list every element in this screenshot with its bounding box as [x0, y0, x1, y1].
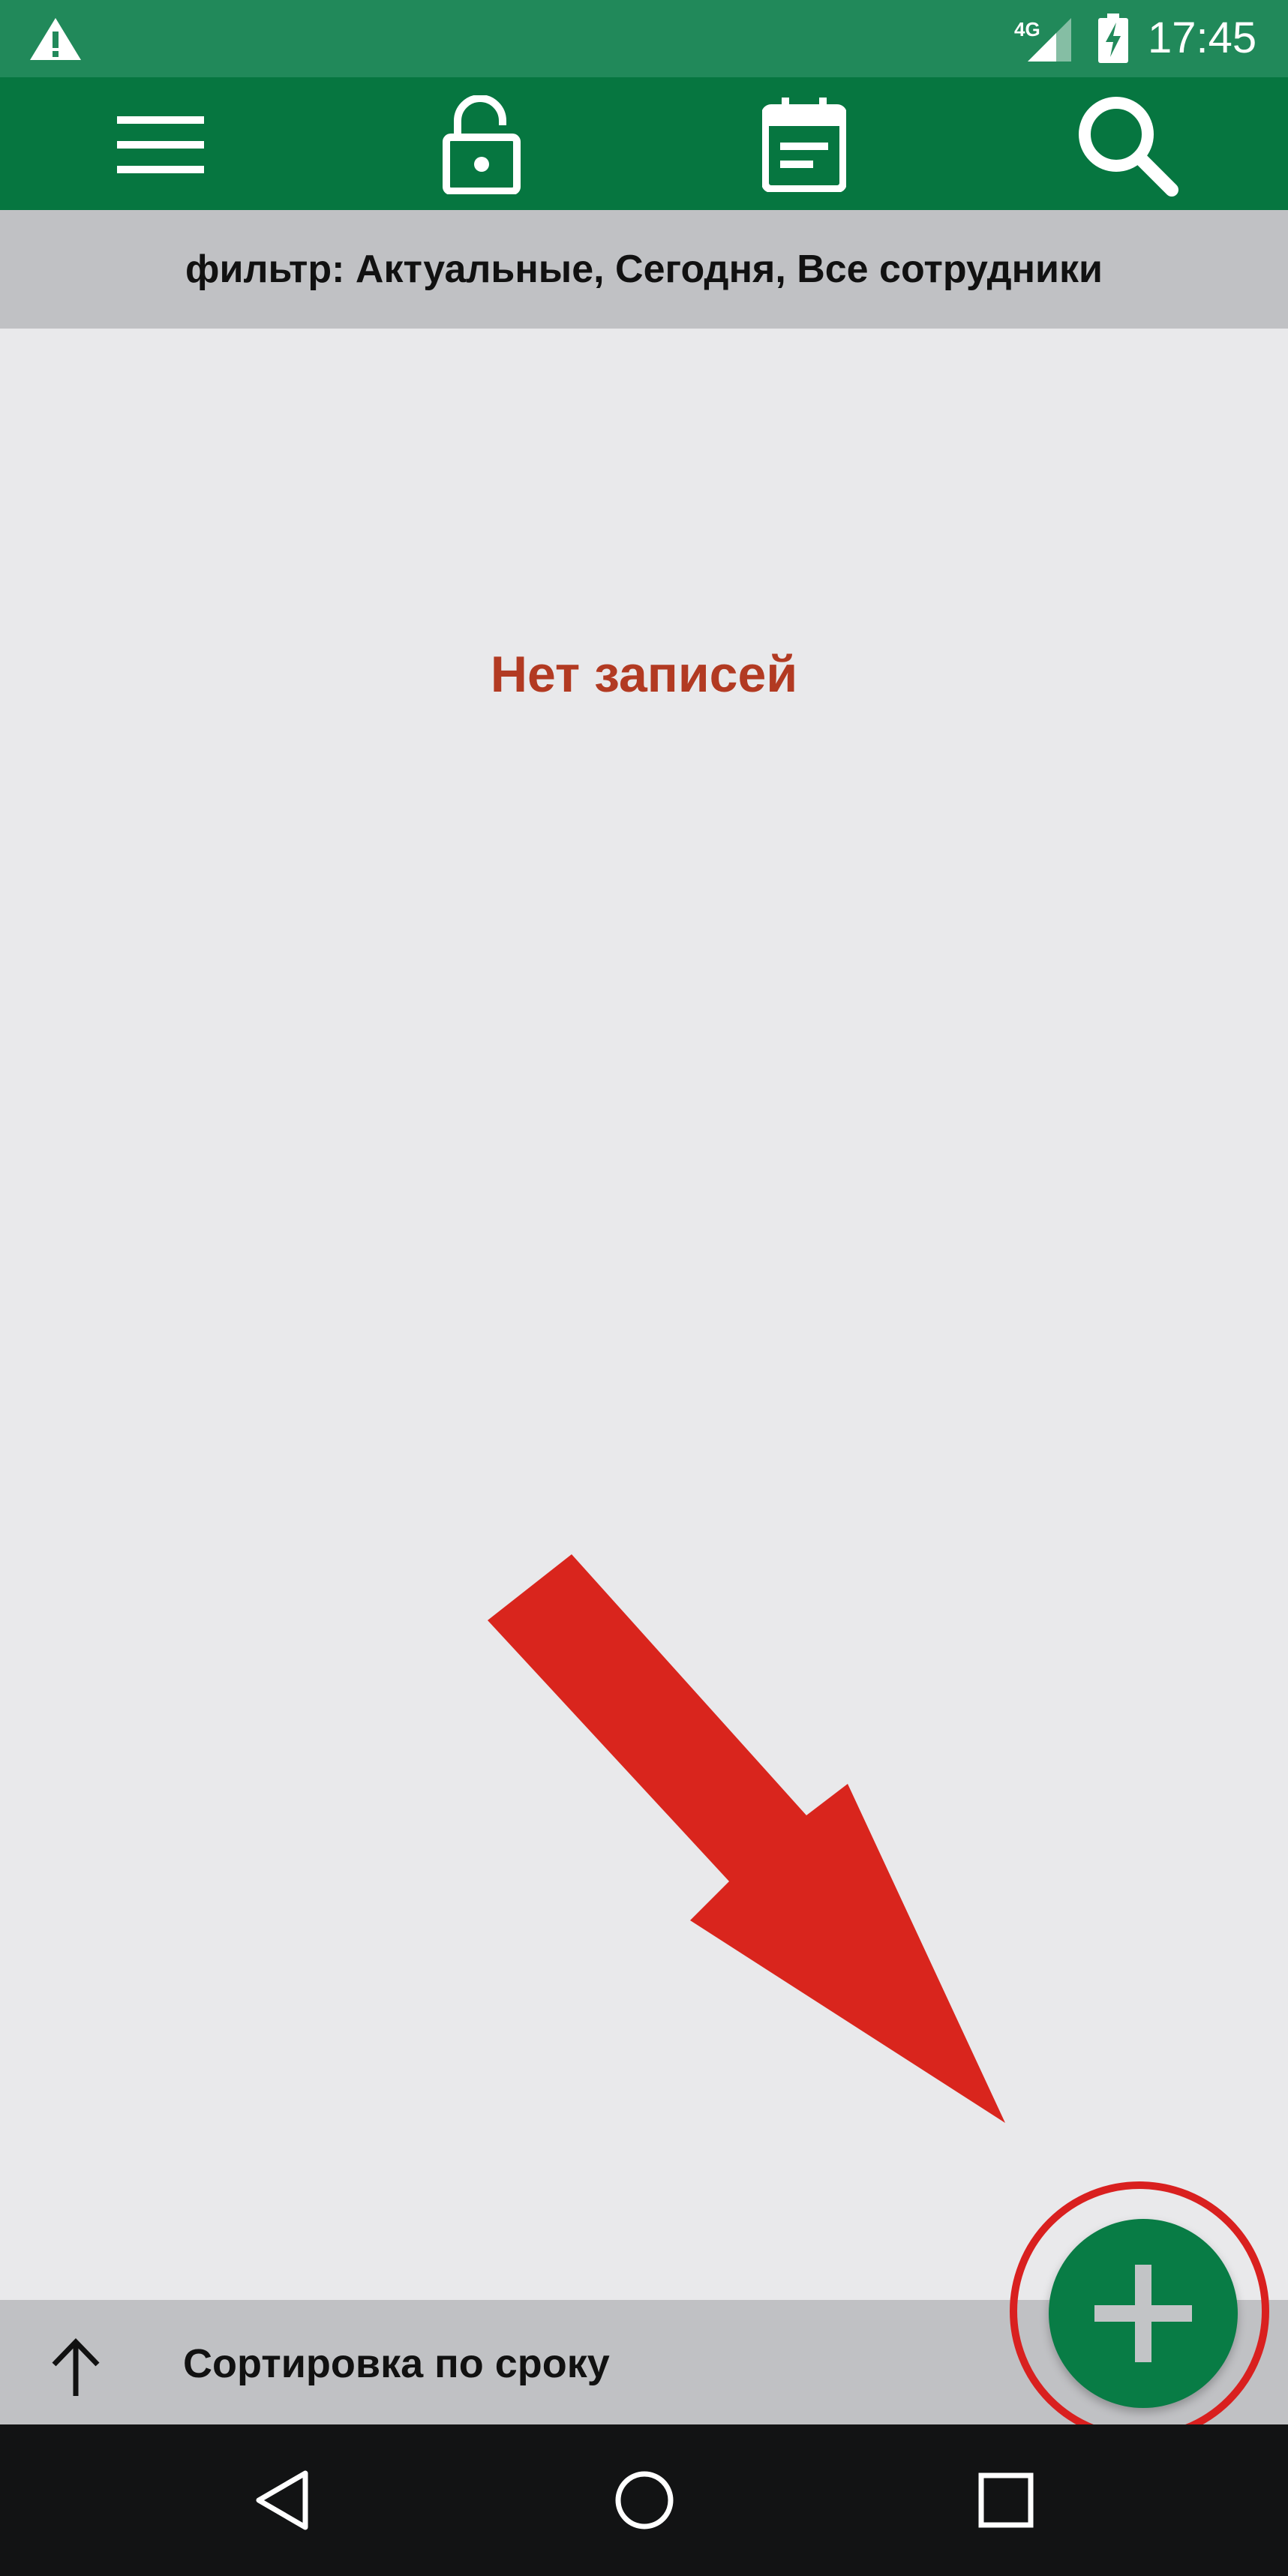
home-icon	[615, 2471, 674, 2529]
plus-icon	[1094, 2265, 1192, 2362]
network-type-label: 4G	[1014, 18, 1040, 41]
nav-recents-button[interactable]	[965, 2459, 1047, 2541]
status-bar: 4G 17:45	[0, 0, 1288, 77]
signal-icon: 4G	[1014, 18, 1071, 62]
sort-label[interactable]: Сортировка по сроку	[183, 2336, 610, 2391]
app-toolbar	[0, 77, 1288, 210]
system-nav-bar	[0, 2424, 1288, 2576]
recents-icon	[978, 2472, 1034, 2528]
menu-button[interactable]	[108, 92, 213, 197]
empty-list-message: Нет записей	[490, 646, 798, 703]
lock-button[interactable]	[429, 92, 534, 197]
search-button[interactable]	[1074, 92, 1179, 197]
unlock-icon	[443, 95, 521, 194]
search-icon	[1079, 97, 1178, 197]
calendar-button[interactable]	[752, 92, 857, 197]
nav-home-button[interactable]	[603, 2459, 686, 2541]
clock: 17:45	[1148, 14, 1257, 62]
battery-charging-icon	[1098, 14, 1128, 63]
add-record-button[interactable]	[1049, 2219, 1238, 2408]
warning-icon	[30, 18, 81, 60]
annotation-arrow	[488, 1554, 1005, 2123]
back-icon	[256, 2470, 308, 2530]
calendar-icon	[762, 98, 846, 192]
menu-icon	[117, 116, 204, 173]
filter-bar[interactable]: фильтр: Актуальные, Сегодня, Все сотрудн…	[0, 210, 1288, 329]
filter-label: фильтр: Актуальные, Сегодня, Все сотрудн…	[185, 248, 1103, 291]
nav-back-button[interactable]	[242, 2459, 324, 2541]
arrow-up-icon[interactable]	[50, 2337, 102, 2397]
